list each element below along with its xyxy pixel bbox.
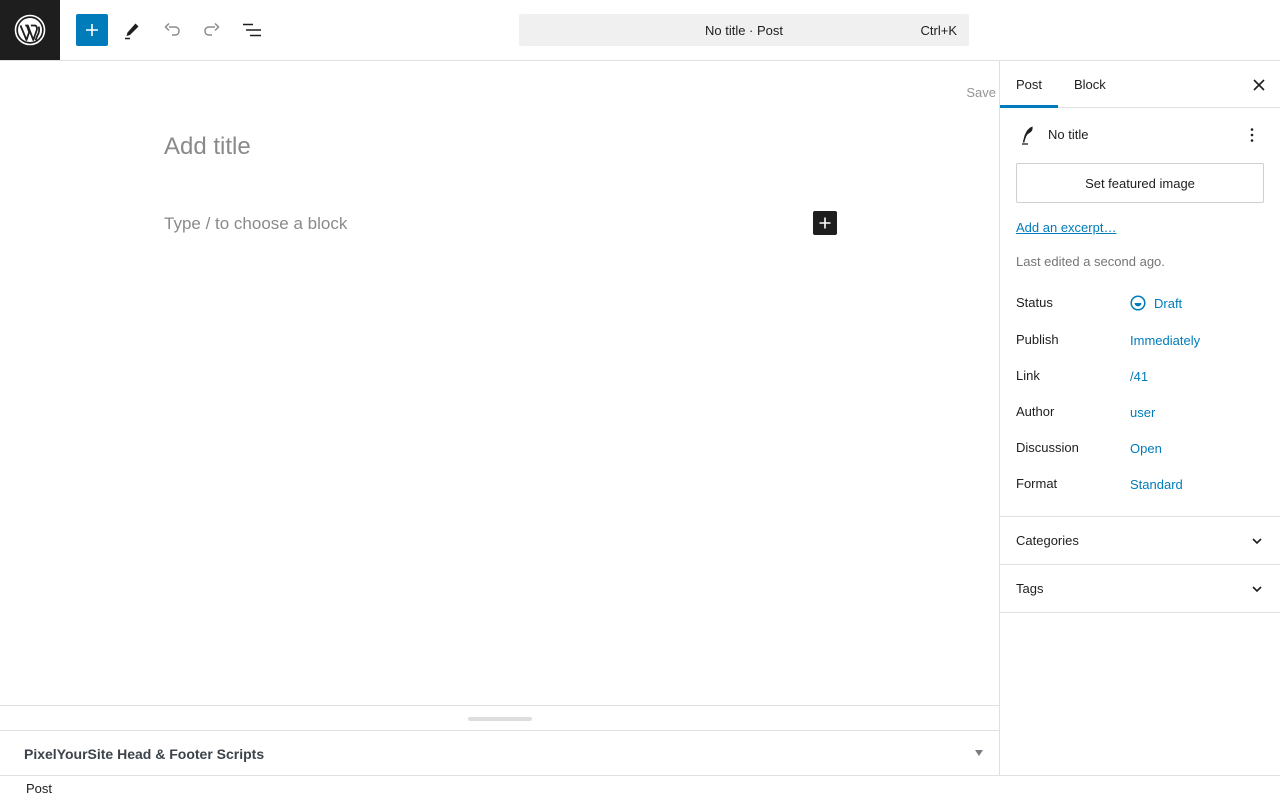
meta-box-title: PixelYourSite Head & Footer Scripts	[24, 746, 265, 762]
add-excerpt-link[interactable]: Add an excerpt…	[1016, 220, 1116, 235]
panel-title: Categories	[1016, 533, 1079, 548]
meta-row-publish: Publish Immediately	[1016, 332, 1264, 356]
keyboard-shortcut: Ctrl+K	[920, 23, 957, 38]
post-format-button[interactable]: Standard	[1130, 477, 1183, 492]
editor-header: No title · Post Ctrl+K	[0, 0, 1280, 61]
set-featured-image-button[interactable]: Set featured image	[1016, 163, 1264, 203]
block-inserter-button[interactable]	[76, 14, 108, 46]
meta-box-pixelyoursite[interactable]: PixelYourSite Head & Footer Scripts	[0, 730, 999, 775]
draft-status-icon	[1130, 295, 1146, 311]
post-title-input[interactable]: Add title	[164, 133, 251, 161]
default-block-appender[interactable]: Type / to choose a block	[164, 214, 347, 234]
save-draft-button[interactable]: Save	[966, 85, 996, 100]
redo-button[interactable]	[196, 14, 228, 46]
close-icon	[1253, 79, 1265, 91]
publish-date-button[interactable]: Immediately	[1130, 333, 1200, 348]
status-value-button[interactable]: Draft	[1154, 296, 1182, 311]
list-view-icon	[243, 23, 261, 37]
editor-footer: Post	[0, 775, 1280, 800]
chevron-down-icon	[1252, 538, 1262, 545]
post-feather-icon	[1022, 126, 1033, 145]
editor-canvas: Save Add title Type / to choose a block	[0, 61, 999, 705]
undo-icon	[164, 22, 180, 36]
meta-label: Author	[1016, 404, 1055, 419]
meta-label: Format	[1016, 476, 1058, 491]
panel-title: Tags	[1016, 581, 1044, 596]
meta-box-resize-bar	[0, 705, 999, 731]
author-button[interactable]: user	[1130, 405, 1155, 420]
discussion-button[interactable]: Open	[1130, 441, 1162, 456]
settings-sidebar: Post Block No title Set featured image A…	[999, 61, 1280, 775]
command-palette-button[interactable]: No title · Post Ctrl+K	[519, 14, 969, 46]
meta-row-discussion: Discussion Open	[1016, 440, 1264, 464]
undo-button[interactable]	[156, 14, 188, 46]
add-block-button[interactable]	[813, 211, 837, 235]
document-title: No title · Post	[704, 22, 784, 38]
wordpress-logo-button[interactable]	[0, 0, 60, 60]
block-breadcrumb[interactable]: Post	[26, 781, 52, 796]
panel-divider	[1000, 612, 1280, 613]
post-title-label: No title	[1048, 127, 1089, 142]
meta-row-author: Author user	[1016, 404, 1264, 428]
meta-label: Link	[1016, 368, 1040, 383]
pencil-icon	[125, 23, 139, 40]
tab-block[interactable]: Block	[1058, 61, 1122, 108]
wordpress-icon	[14, 14, 46, 46]
meta-row-status: Status Draft	[1016, 295, 1264, 319]
redo-icon	[204, 22, 220, 36]
meta-label: Status	[1016, 295, 1053, 310]
resize-handle[interactable]	[468, 717, 532, 721]
sidebar-tabs: Post Block	[1000, 61, 1280, 108]
meta-label: Publish	[1016, 332, 1059, 347]
meta-label: Discussion	[1016, 440, 1079, 455]
tools-button[interactable]	[116, 14, 148, 46]
plus-icon	[819, 217, 831, 229]
document-overview-button[interactable]	[236, 14, 268, 46]
tab-post[interactable]: Post	[1000, 61, 1058, 108]
close-settings-button[interactable]	[1247, 73, 1271, 97]
more-vertical-icon	[1250, 128, 1254, 142]
post-actions-button[interactable]	[1240, 123, 1264, 147]
permalink-button[interactable]: /41	[1130, 369, 1148, 384]
caret-down-icon[interactable]	[975, 750, 983, 756]
meta-row-link: Link /41	[1016, 368, 1264, 392]
panel-tags[interactable]: Tags	[1000, 564, 1280, 612]
chevron-down-icon	[1252, 586, 1262, 593]
last-edited-text: Last edited a second ago.	[1016, 254, 1165, 269]
meta-row-format: Format Standard	[1016, 476, 1264, 500]
plus-icon	[86, 24, 98, 36]
panel-categories[interactable]: Categories	[1000, 516, 1280, 564]
